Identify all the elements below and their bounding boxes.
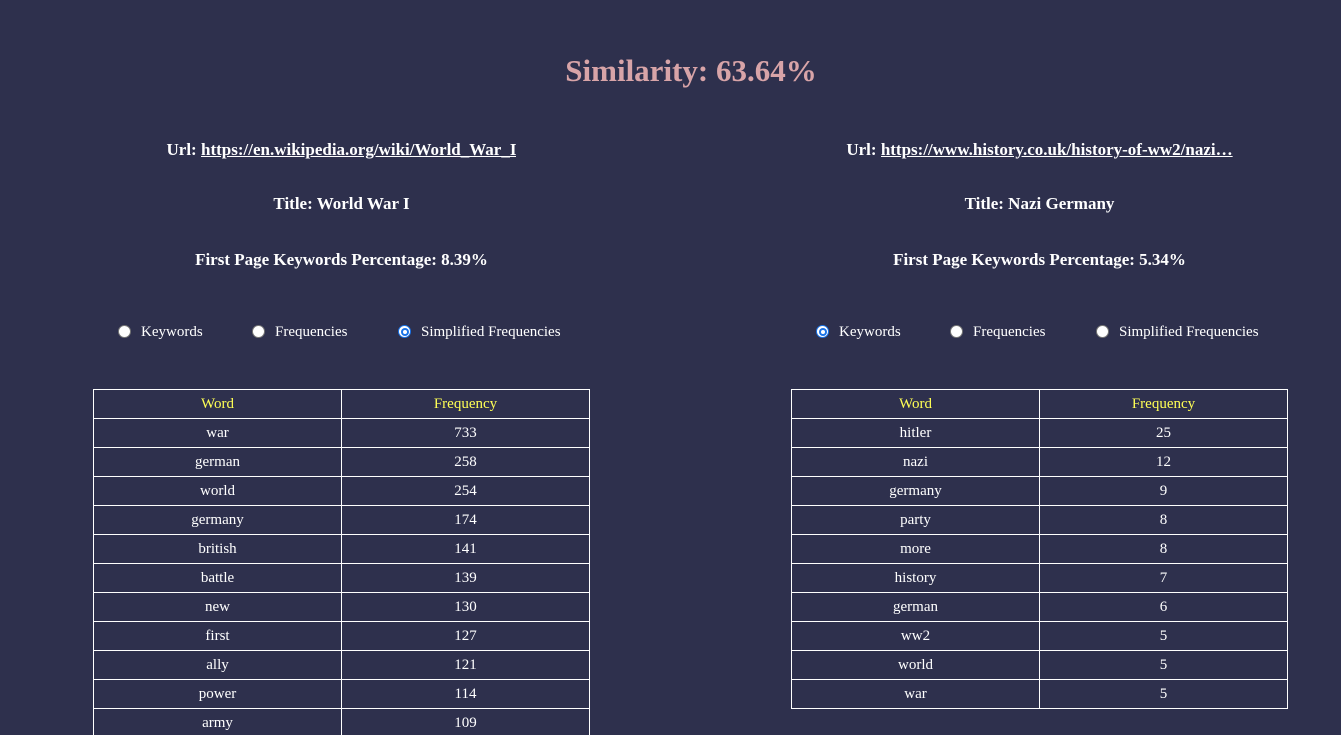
word-cell: nazi	[791, 447, 1040, 477]
table-row: war 5	[791, 679, 1288, 709]
radio-label: Keywords	[141, 324, 203, 340]
frequency-cell: 114	[341, 679, 590, 709]
radio-label: Simplified Frequencies	[1119, 324, 1259, 340]
word-cell: german	[93, 447, 342, 477]
radio-circle-icon[interactable]	[118, 325, 131, 338]
frequency-cell: 9	[1039, 476, 1288, 506]
right-keywords-percentage: First Page Keywords Percentage: 5.34%	[893, 250, 1186, 269]
table-row: party 8	[791, 505, 1288, 535]
table-row: germany 174	[93, 505, 590, 535]
right-page-title: Title: Nazi Germany	[964, 194, 1115, 213]
word-cell: germany	[791, 476, 1040, 506]
word-cell: army	[93, 708, 342, 735]
left-keywords-percentage: First Page Keywords Percentage: 8.39%	[195, 250, 488, 269]
word-cell: war	[93, 418, 342, 448]
word-cell: history	[791, 563, 1040, 593]
table-row: ally 121	[93, 650, 590, 680]
table-row: ww2 5	[791, 621, 1288, 651]
word-cell: first	[93, 621, 342, 651]
column-header-word: Word	[791, 389, 1040, 419]
right-frequency-table: Word Frequency hitler 25 nazi 12 germany 9 par…	[791, 389, 1288, 709]
frequency-cell: 8	[1039, 505, 1288, 535]
table-row: german 258	[93, 447, 590, 477]
frequency-cell: 6	[1039, 592, 1288, 622]
right-table-body: hitler 25 nazi 12 germany 9 party 8 more 8 history…	[791, 418, 1288, 709]
frequency-cell: 5	[1039, 650, 1288, 680]
frequency-cell: 130	[341, 592, 590, 622]
left-page-title: Title: World War I	[273, 194, 410, 213]
table-row: german 6	[791, 592, 1288, 622]
radio-circle-icon[interactable]	[816, 325, 829, 338]
frequency-cell: 12	[1039, 447, 1288, 477]
table-row: germany 9	[791, 476, 1288, 506]
word-cell: new	[93, 592, 342, 622]
word-cell: battle	[93, 563, 342, 593]
frequency-cell: 139	[341, 563, 590, 593]
word-cell: world	[791, 650, 1040, 680]
frequency-cell: 254	[341, 476, 590, 506]
frequency-cell: 109	[341, 708, 590, 735]
frequency-cell: 127	[341, 621, 590, 651]
table-row: power 114	[93, 679, 590, 709]
left-frequency-table: Word Frequency war 733 german 258 world 254 ge…	[93, 389, 590, 735]
word-cell: war	[791, 679, 1040, 709]
table-row: army 109	[93, 708, 590, 735]
frequency-cell: 5	[1039, 679, 1288, 709]
column-header-frequency: Frequency	[341, 389, 590, 419]
radio-circle-icon[interactable]	[950, 325, 963, 338]
left-table-body: war 733 german 258 world 254 germany 174 british…	[93, 418, 590, 735]
word-cell: power	[93, 679, 342, 709]
table-row: more 8	[791, 534, 1288, 564]
radio-label: Frequencies	[973, 324, 1046, 340]
column-header-word: Word	[93, 389, 342, 419]
right-url-label: Url:	[846, 140, 881, 159]
table-row: war 733	[93, 418, 590, 448]
similarity-heading: Similarity: 63.64%	[565, 53, 817, 88]
word-cell: german	[791, 592, 1040, 622]
table-row: nazi 12	[791, 447, 1288, 477]
left-url-label: Url:	[166, 140, 201, 159]
frequency-cell: 7	[1039, 563, 1288, 593]
radio-label: Keywords	[839, 324, 901, 340]
column-header-frequency: Frequency	[1039, 389, 1288, 419]
table-row: world 254	[93, 476, 590, 506]
right-url-line: Url: https://www.history.co.uk/history-o…	[698, 139, 1341, 161]
table-row: world 5	[791, 650, 1288, 680]
frequency-cell: 174	[341, 505, 590, 535]
word-cell: british	[93, 534, 342, 564]
table-header-row: Word Frequency	[791, 389, 1288, 419]
table-row: history 7	[791, 563, 1288, 593]
radio-circle-icon[interactable]	[398, 325, 411, 338]
word-cell: hitler	[791, 418, 1040, 448]
radio-label: Simplified Frequencies	[421, 324, 561, 340]
word-cell: world	[93, 476, 342, 506]
word-cell: germany	[93, 505, 342, 535]
frequency-cell: 258	[341, 447, 590, 477]
radio-circle-icon[interactable]	[1096, 325, 1109, 338]
radio-label: Frequencies	[275, 324, 348, 340]
frequency-cell: 121	[341, 650, 590, 680]
table-row: battle 139	[93, 563, 590, 593]
left-url-link[interactable]: https://en.wikipedia.org/wiki/World_War_…	[201, 139, 517, 161]
frequency-cell: 141	[341, 534, 590, 564]
frequency-cell: 25	[1039, 418, 1288, 448]
frequency-cell: 8	[1039, 534, 1288, 564]
radio-circle-icon[interactable]	[252, 325, 265, 338]
left-url-line: Url: https://en.wikipedia.org/wiki/World…	[0, 139, 683, 161]
word-cell: ally	[93, 650, 342, 680]
table-row: hitler 25	[791, 418, 1288, 448]
table-row: first 127	[93, 621, 590, 651]
word-cell: ww2	[791, 621, 1040, 651]
right-url-link[interactable]: https://www.history.co.uk/history-of-ww2…	[881, 139, 1233, 161]
frequency-cell: 5	[1039, 621, 1288, 651]
page: Similarity: 63.64% Url: https://en.wikip…	[0, 0, 1341, 735]
table-row: new 130	[93, 592, 590, 622]
table-row: british 141	[93, 534, 590, 564]
table-header-row: Word Frequency	[93, 389, 590, 419]
word-cell: more	[791, 534, 1040, 564]
frequency-cell: 733	[341, 418, 590, 448]
word-cell: party	[791, 505, 1040, 535]
